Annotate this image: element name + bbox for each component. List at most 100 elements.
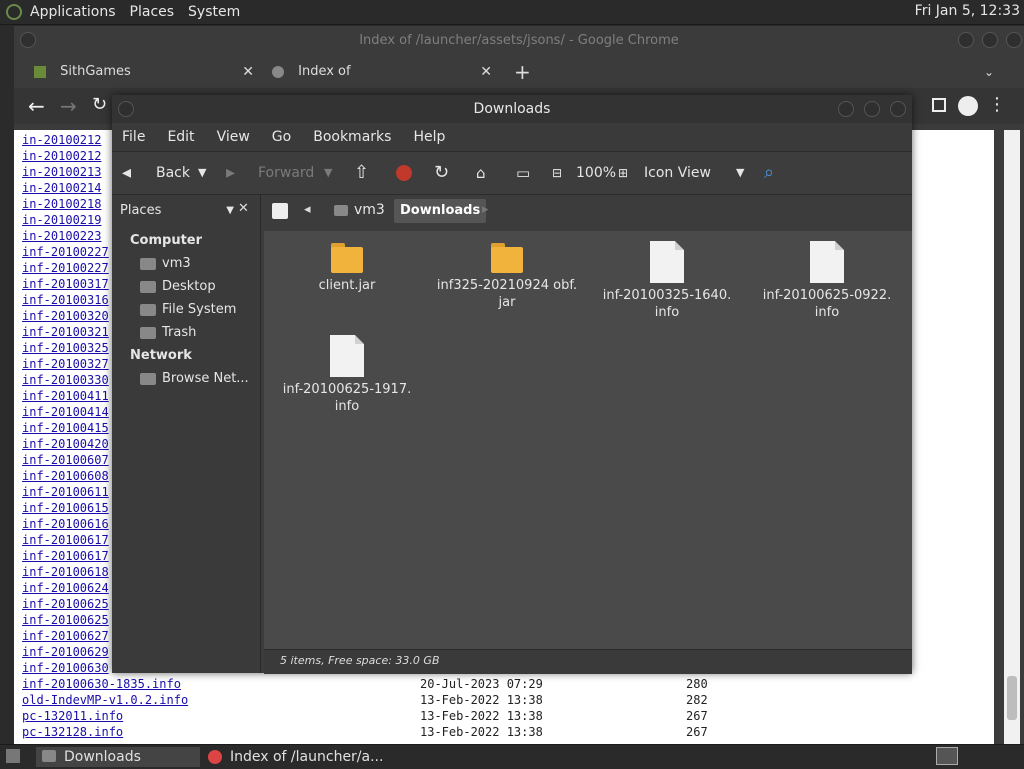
- edit-location-icon[interactable]: [272, 203, 288, 219]
- file-link[interactable]: inf-20100629: [22, 644, 109, 660]
- file-link[interactable]: inf-20100616: [22, 516, 109, 532]
- path-right-arrow-icon[interactable]: ▸: [482, 202, 489, 217]
- places-dropdown[interactable]: Places ▼: [114, 199, 238, 223]
- new-tab-button[interactable]: +: [514, 58, 531, 86]
- profile-avatar-icon[interactable]: [958, 96, 978, 116]
- sidebar-item-browse-network[interactable]: Browse Net...: [162, 371, 249, 386]
- close-tab-icon[interactable]: ✕: [242, 58, 254, 86]
- file-link[interactable]: inf-20100415: [22, 420, 109, 436]
- system-logo-icon[interactable]: [6, 4, 22, 20]
- file-link[interactable]: inf-20100608: [22, 468, 109, 484]
- file-link[interactable]: inf-20100617: [22, 532, 109, 548]
- file-link[interactable]: pc-132011.info: [22, 708, 123, 724]
- file-link[interactable]: in-20100213: [22, 164, 101, 180]
- maximize-icon[interactable]: [982, 32, 998, 48]
- tab-sithgames[interactable]: SithGames ✕: [34, 58, 254, 86]
- file-link[interactable]: in-20100214: [22, 180, 101, 196]
- reload-icon[interactable]: ↻: [434, 152, 449, 194]
- path-button-downloads[interactable]: Downloads: [394, 199, 487, 223]
- sidebar-item-file-system[interactable]: File System: [162, 302, 236, 317]
- system-menu[interactable]: System: [188, 4, 240, 20]
- applications-menu[interactable]: Applications: [30, 4, 116, 20]
- file-link[interactable]: in-20100212: [22, 132, 101, 148]
- file-item[interactable]: inf-20100625-1917. info: [272, 335, 422, 415]
- forward-icon[interactable]: ▸: [226, 152, 235, 194]
- close-window-icon[interactable]: [1006, 32, 1022, 48]
- file-link[interactable]: inf-20100320: [22, 308, 109, 324]
- kebab-menu-icon[interactable]: ⋮: [988, 94, 1006, 115]
- minimize-icon[interactable]: [838, 101, 854, 117]
- close-window-icon[interactable]: [890, 101, 906, 117]
- tab-search-chevron-icon[interactable]: ⌄: [984, 58, 994, 86]
- file-link[interactable]: inf-20100414: [22, 404, 109, 420]
- file-link[interactable]: inf-20100321: [22, 324, 109, 340]
- back-arrow-icon[interactable]: ←: [28, 94, 45, 118]
- back-icon[interactable]: ◂: [122, 152, 131, 194]
- file-item[interactable]: inf325-20210924 obf. jar: [432, 241, 582, 311]
- clock[interactable]: Fri Jan 5, 12:33: [915, 3, 1020, 19]
- back-button[interactable]: Back: [156, 152, 190, 194]
- menu-file[interactable]: File: [122, 129, 145, 145]
- file-link[interactable]: in-20100223: [22, 228, 101, 244]
- sidebar-item-desktop[interactable]: Desktop: [162, 279, 216, 294]
- forward-history-dropdown-icon[interactable]: ▼: [324, 152, 332, 194]
- file-link[interactable]: in-20100212: [22, 148, 101, 164]
- file-link[interactable]: inf-20100627: [22, 628, 109, 644]
- file-link[interactable]: inf-20100411: [22, 388, 109, 404]
- back-history-dropdown-icon[interactable]: ▼: [198, 152, 206, 194]
- file-link[interactable]: inf-20100618: [22, 564, 109, 580]
- file-link[interactable]: inf-20100325: [22, 340, 109, 356]
- path-button-vm3[interactable]: vm3: [334, 202, 385, 218]
- window-menu-icon[interactable]: [20, 32, 36, 48]
- menu-bookmarks[interactable]: Bookmarks: [313, 129, 391, 145]
- file-item[interactable]: client.jar: [272, 241, 422, 294]
- file-link[interactable]: inf-20100617: [22, 548, 109, 564]
- menu-view[interactable]: View: [217, 129, 250, 145]
- show-desktop-icon[interactable]: [6, 749, 20, 763]
- path-left-arrow-icon[interactable]: ◂: [304, 202, 311, 217]
- zoom-out-icon[interactable]: ⊟: [552, 152, 562, 194]
- places-menu[interactable]: Places: [130, 4, 175, 20]
- computer-icon[interactable]: ▭: [516, 152, 530, 194]
- file-link[interactable]: inf-20100316: [22, 292, 109, 308]
- view-mode-select[interactable]: Icon View: [644, 152, 711, 194]
- file-link[interactable]: inf-20100611: [22, 484, 109, 500]
- file-link[interactable]: inf-20100625: [22, 596, 109, 612]
- tab-index[interactable]: Index of /launcher/assets/json ✕: [272, 58, 492, 86]
- view-mode-dropdown-icon[interactable]: ▼: [736, 152, 744, 194]
- window-menu-icon[interactable]: [118, 101, 134, 117]
- maximize-icon[interactable]: [864, 101, 880, 117]
- file-link[interactable]: inf-20100227: [22, 244, 109, 260]
- file-item[interactable]: inf-20100325-1640. info: [592, 241, 742, 321]
- sidebar-item-trash[interactable]: Trash: [162, 325, 196, 340]
- home-icon[interactable]: ⌂: [476, 152, 486, 194]
- reload-icon[interactable]: ↻: [92, 94, 107, 115]
- forward-button[interactable]: Forward: [258, 152, 314, 194]
- file-link[interactable]: in-20100219: [22, 212, 101, 228]
- file-link[interactable]: inf-20100624: [22, 580, 109, 596]
- page-scrollbar[interactable]: [1004, 130, 1020, 744]
- up-icon[interactable]: ⇧: [354, 152, 369, 194]
- file-link[interactable]: inf-20100630: [22, 660, 109, 676]
- menu-go[interactable]: Go: [272, 129, 291, 145]
- menu-edit[interactable]: Edit: [167, 129, 194, 145]
- file-link[interactable]: inf-20100607: [22, 452, 109, 468]
- file-link[interactable]: inf-20100330: [22, 372, 109, 388]
- file-link[interactable]: inf-20100420: [22, 436, 109, 452]
- search-icon[interactable]: ⌕: [764, 152, 774, 194]
- file-item[interactable]: inf-20100625-0922. info: [752, 241, 902, 321]
- side-panel-icon[interactable]: [932, 98, 946, 112]
- file-link[interactable]: inf-20100317: [22, 276, 109, 292]
- forward-arrow-icon[interactable]: →: [60, 94, 77, 118]
- file-link[interactable]: inf-20100327: [22, 356, 109, 372]
- workspace-switcher[interactable]: [936, 747, 958, 765]
- file-link[interactable]: pc-132128.info: [22, 724, 123, 740]
- file-link[interactable]: old-IndevMP-v1.0.2.info: [22, 692, 188, 708]
- file-link[interactable]: inf-20100615: [22, 500, 109, 516]
- zoom-in-icon[interactable]: ⊞: [618, 152, 628, 194]
- menu-help[interactable]: Help: [413, 129, 445, 145]
- file-link[interactable]: inf-20100625: [22, 612, 109, 628]
- icon-view[interactable]: client.jar inf325-20210924 obf. jar inf-201…: [264, 231, 912, 649]
- minimize-icon[interactable]: [958, 32, 974, 48]
- taskbar-item-chrome[interactable]: Index of /launcher/a...: [206, 747, 386, 767]
